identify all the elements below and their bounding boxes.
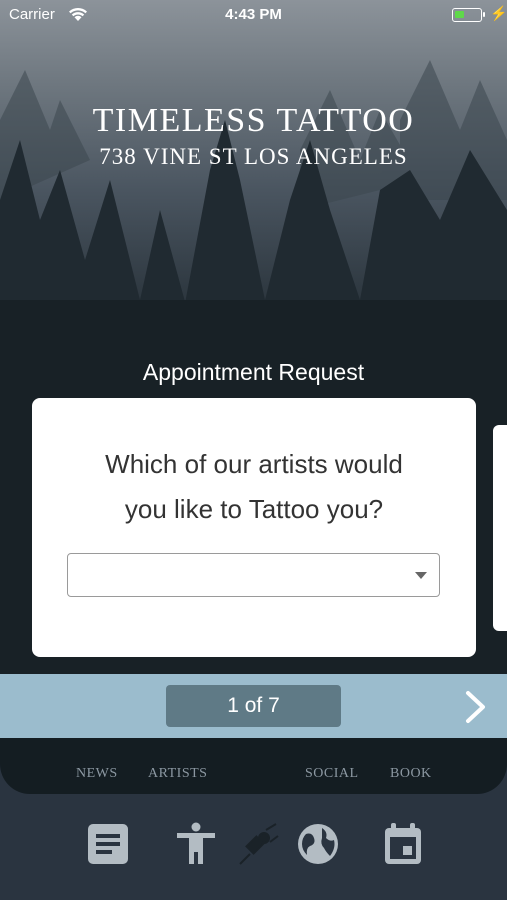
studio-address: 738 VINE ST LOS ANGELES [99, 144, 408, 169]
pager-bar: 1 of 7 [0, 674, 507, 738]
tab-label-book[interactable]: BOOK [390, 766, 432, 782]
question-line-1: Which of our artists would [105, 449, 403, 479]
tab-label-social[interactable]: SOCIAL [305, 766, 359, 782]
calendar-icon[interactable] [381, 822, 425, 866]
tab-label-artists[interactable]: ARTISTS [148, 766, 207, 782]
next-card-peek[interactable] [493, 425, 507, 631]
battery-icon [452, 8, 482, 22]
question-line-2: you like to Tattoo you? [124, 494, 384, 524]
charging-bolt-icon: ⚡ [490, 5, 507, 21]
tattoo-machine-icon[interactable] [236, 822, 280, 866]
studio-title: TIMELESS TATTOO [92, 102, 415, 139]
globe-icon[interactable] [296, 822, 340, 866]
tab-label-news[interactable]: NEWS [76, 766, 118, 782]
section-title: Appointment Request [142, 359, 365, 385]
status-bar: Carrier 4:43 PM ⚡ [0, 0, 507, 30]
next-arrow-icon[interactable] [460, 690, 492, 724]
clock: 4:43 PM [225, 6, 282, 23]
chevron-down-icon [415, 572, 427, 579]
news-icon[interactable] [86, 822, 130, 866]
question-text: Which of our artists would you like to T… [32, 442, 476, 532]
battery-nub [483, 12, 485, 17]
question-card: Which of our artists would you like to T… [32, 398, 476, 657]
artist-select[interactable] [67, 553, 440, 597]
tab-label-bar: NEWS ARTISTS SOCIAL BOOK [0, 738, 507, 794]
person-icon[interactable] [174, 822, 218, 866]
page-indicator: 1 of 7 [166, 685, 341, 727]
tab-bar [0, 794, 507, 900]
battery-level [455, 11, 464, 18]
